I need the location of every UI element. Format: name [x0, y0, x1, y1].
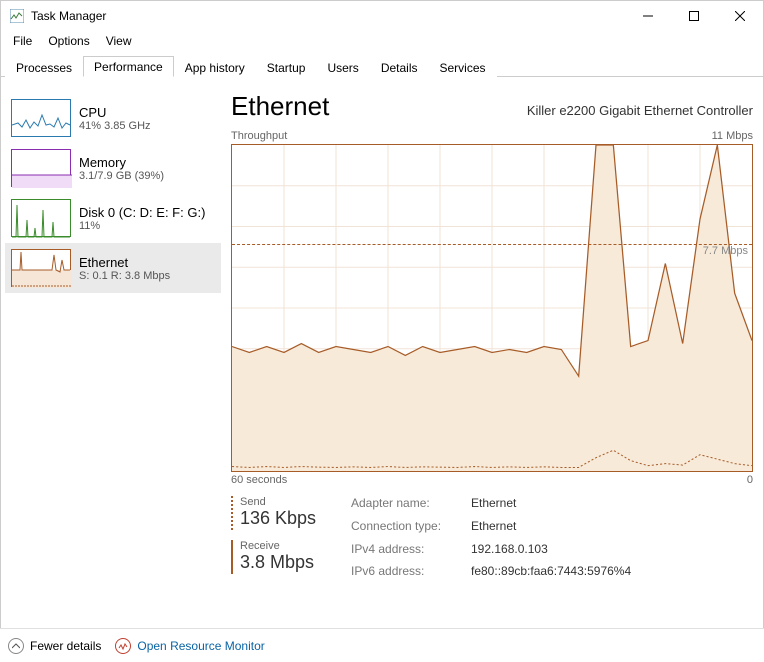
info-adapter-key: Adapter name:	[351, 496, 471, 516]
content-area: CPU 41% 3.85 GHz Memory 3.1/7.9 GB (39%)…	[1, 77, 763, 631]
window-title: Task Manager	[31, 9, 625, 23]
threshold-line	[232, 244, 752, 245]
tab-strip: Processes Performance App history Startu…	[1, 55, 763, 77]
sidebar-cpu-title: CPU	[79, 105, 151, 120]
sidebar-memory-sub: 3.1/7.9 GB (39%)	[79, 170, 164, 182]
adapter-name-full: Killer e2200 Gigabit Ethernet Controller	[527, 103, 753, 118]
info-ipv6-val: fe80::89cb:faa6:7443:5976%4	[471, 564, 631, 584]
cpu-thumb-icon	[11, 99, 71, 137]
main-panel: Ethernet Killer e2200 Gigabit Ethernet C…	[221, 87, 753, 631]
info-conntype-val: Ethernet	[471, 519, 631, 539]
connection-info: Adapter name: Ethernet Connection type: …	[351, 496, 631, 584]
tab-app-history[interactable]: App history	[174, 57, 256, 77]
sidebar-memory-title: Memory	[79, 155, 164, 170]
tab-services[interactable]: Services	[429, 57, 497, 77]
chart-label-max: 11 Mbps	[712, 130, 753, 142]
disk-thumb-icon	[11, 199, 71, 237]
resource-monitor-icon	[115, 638, 131, 654]
tab-users[interactable]: Users	[316, 57, 369, 77]
title-bar: Task Manager	[1, 1, 763, 31]
footer: Fewer details Open Resource Monitor	[0, 628, 764, 662]
sidebar-disk-title: Disk 0 (C: D: E: F: G:)	[79, 205, 205, 220]
send-label: Send	[240, 496, 316, 508]
sidebar-item-disk[interactable]: Disk 0 (C: D: E: F: G:) 11%	[5, 193, 221, 243]
send-value: 136 Kbps	[240, 508, 316, 529]
sidebar-cpu-sub: 41% 3.85 GHz	[79, 120, 151, 132]
chart-xaxis-right: 0	[747, 474, 753, 486]
open-resource-monitor-link[interactable]: Open Resource Monitor	[115, 638, 264, 654]
sidebar-item-ethernet[interactable]: Ethernet S: 0.1 R: 3.8 Mbps	[5, 243, 221, 293]
memory-thumb-icon	[11, 149, 71, 187]
tab-processes[interactable]: Processes	[5, 57, 83, 77]
send-marker-icon	[231, 496, 234, 530]
tab-startup[interactable]: Startup	[256, 57, 317, 77]
receive-value: 3.8 Mbps	[240, 552, 314, 573]
maximize-button[interactable]	[671, 1, 717, 31]
menu-bar: File Options View	[1, 31, 763, 51]
minimize-button[interactable]	[625, 1, 671, 31]
open-resource-monitor-label: Open Resource Monitor	[137, 639, 264, 653]
sidebar-item-memory[interactable]: Memory 3.1/7.9 GB (39%)	[5, 143, 221, 193]
tab-performance[interactable]: Performance	[83, 56, 174, 77]
sidebar-item-cpu[interactable]: CPU 41% 3.85 GHz	[5, 93, 221, 143]
info-ipv4-val: 192.168.0.103	[471, 542, 631, 562]
ethernet-thumb-icon	[11, 249, 71, 287]
threshold-label: 7.7 Mbps	[703, 245, 748, 257]
chart-label-throughput: Throughput	[231, 130, 287, 142]
info-ipv6-key: IPv6 address:	[351, 564, 471, 584]
receive-label: Receive	[240, 540, 314, 552]
fewer-details-button[interactable]: Fewer details	[8, 638, 101, 654]
app-icon	[9, 8, 25, 24]
chart-svg	[232, 145, 752, 471]
info-conntype-key: Connection type:	[351, 519, 471, 539]
sidebar-ethernet-title: Ethernet	[79, 255, 170, 270]
chart-xaxis-left: 60 seconds	[231, 474, 287, 486]
tab-details[interactable]: Details	[370, 57, 429, 77]
chevron-up-icon	[8, 638, 24, 654]
fewer-details-label: Fewer details	[30, 639, 101, 653]
page-title: Ethernet	[231, 91, 329, 122]
menu-view[interactable]: View	[98, 32, 140, 50]
menu-file[interactable]: File	[5, 32, 40, 50]
sidebar-ethernet-sub: S: 0.1 R: 3.8 Mbps	[79, 270, 170, 282]
close-button[interactable]	[717, 1, 763, 31]
menu-options[interactable]: Options	[40, 32, 97, 50]
throughput-chart: 7.7 Mbps	[231, 144, 753, 472]
info-adapter-val: Ethernet	[471, 496, 631, 516]
sidebar-disk-sub: 11%	[79, 220, 205, 232]
sidebar: CPU 41% 3.85 GHz Memory 3.1/7.9 GB (39%)…	[5, 87, 221, 631]
info-ipv4-key: IPv4 address:	[351, 542, 471, 562]
receive-marker-icon	[231, 540, 234, 574]
